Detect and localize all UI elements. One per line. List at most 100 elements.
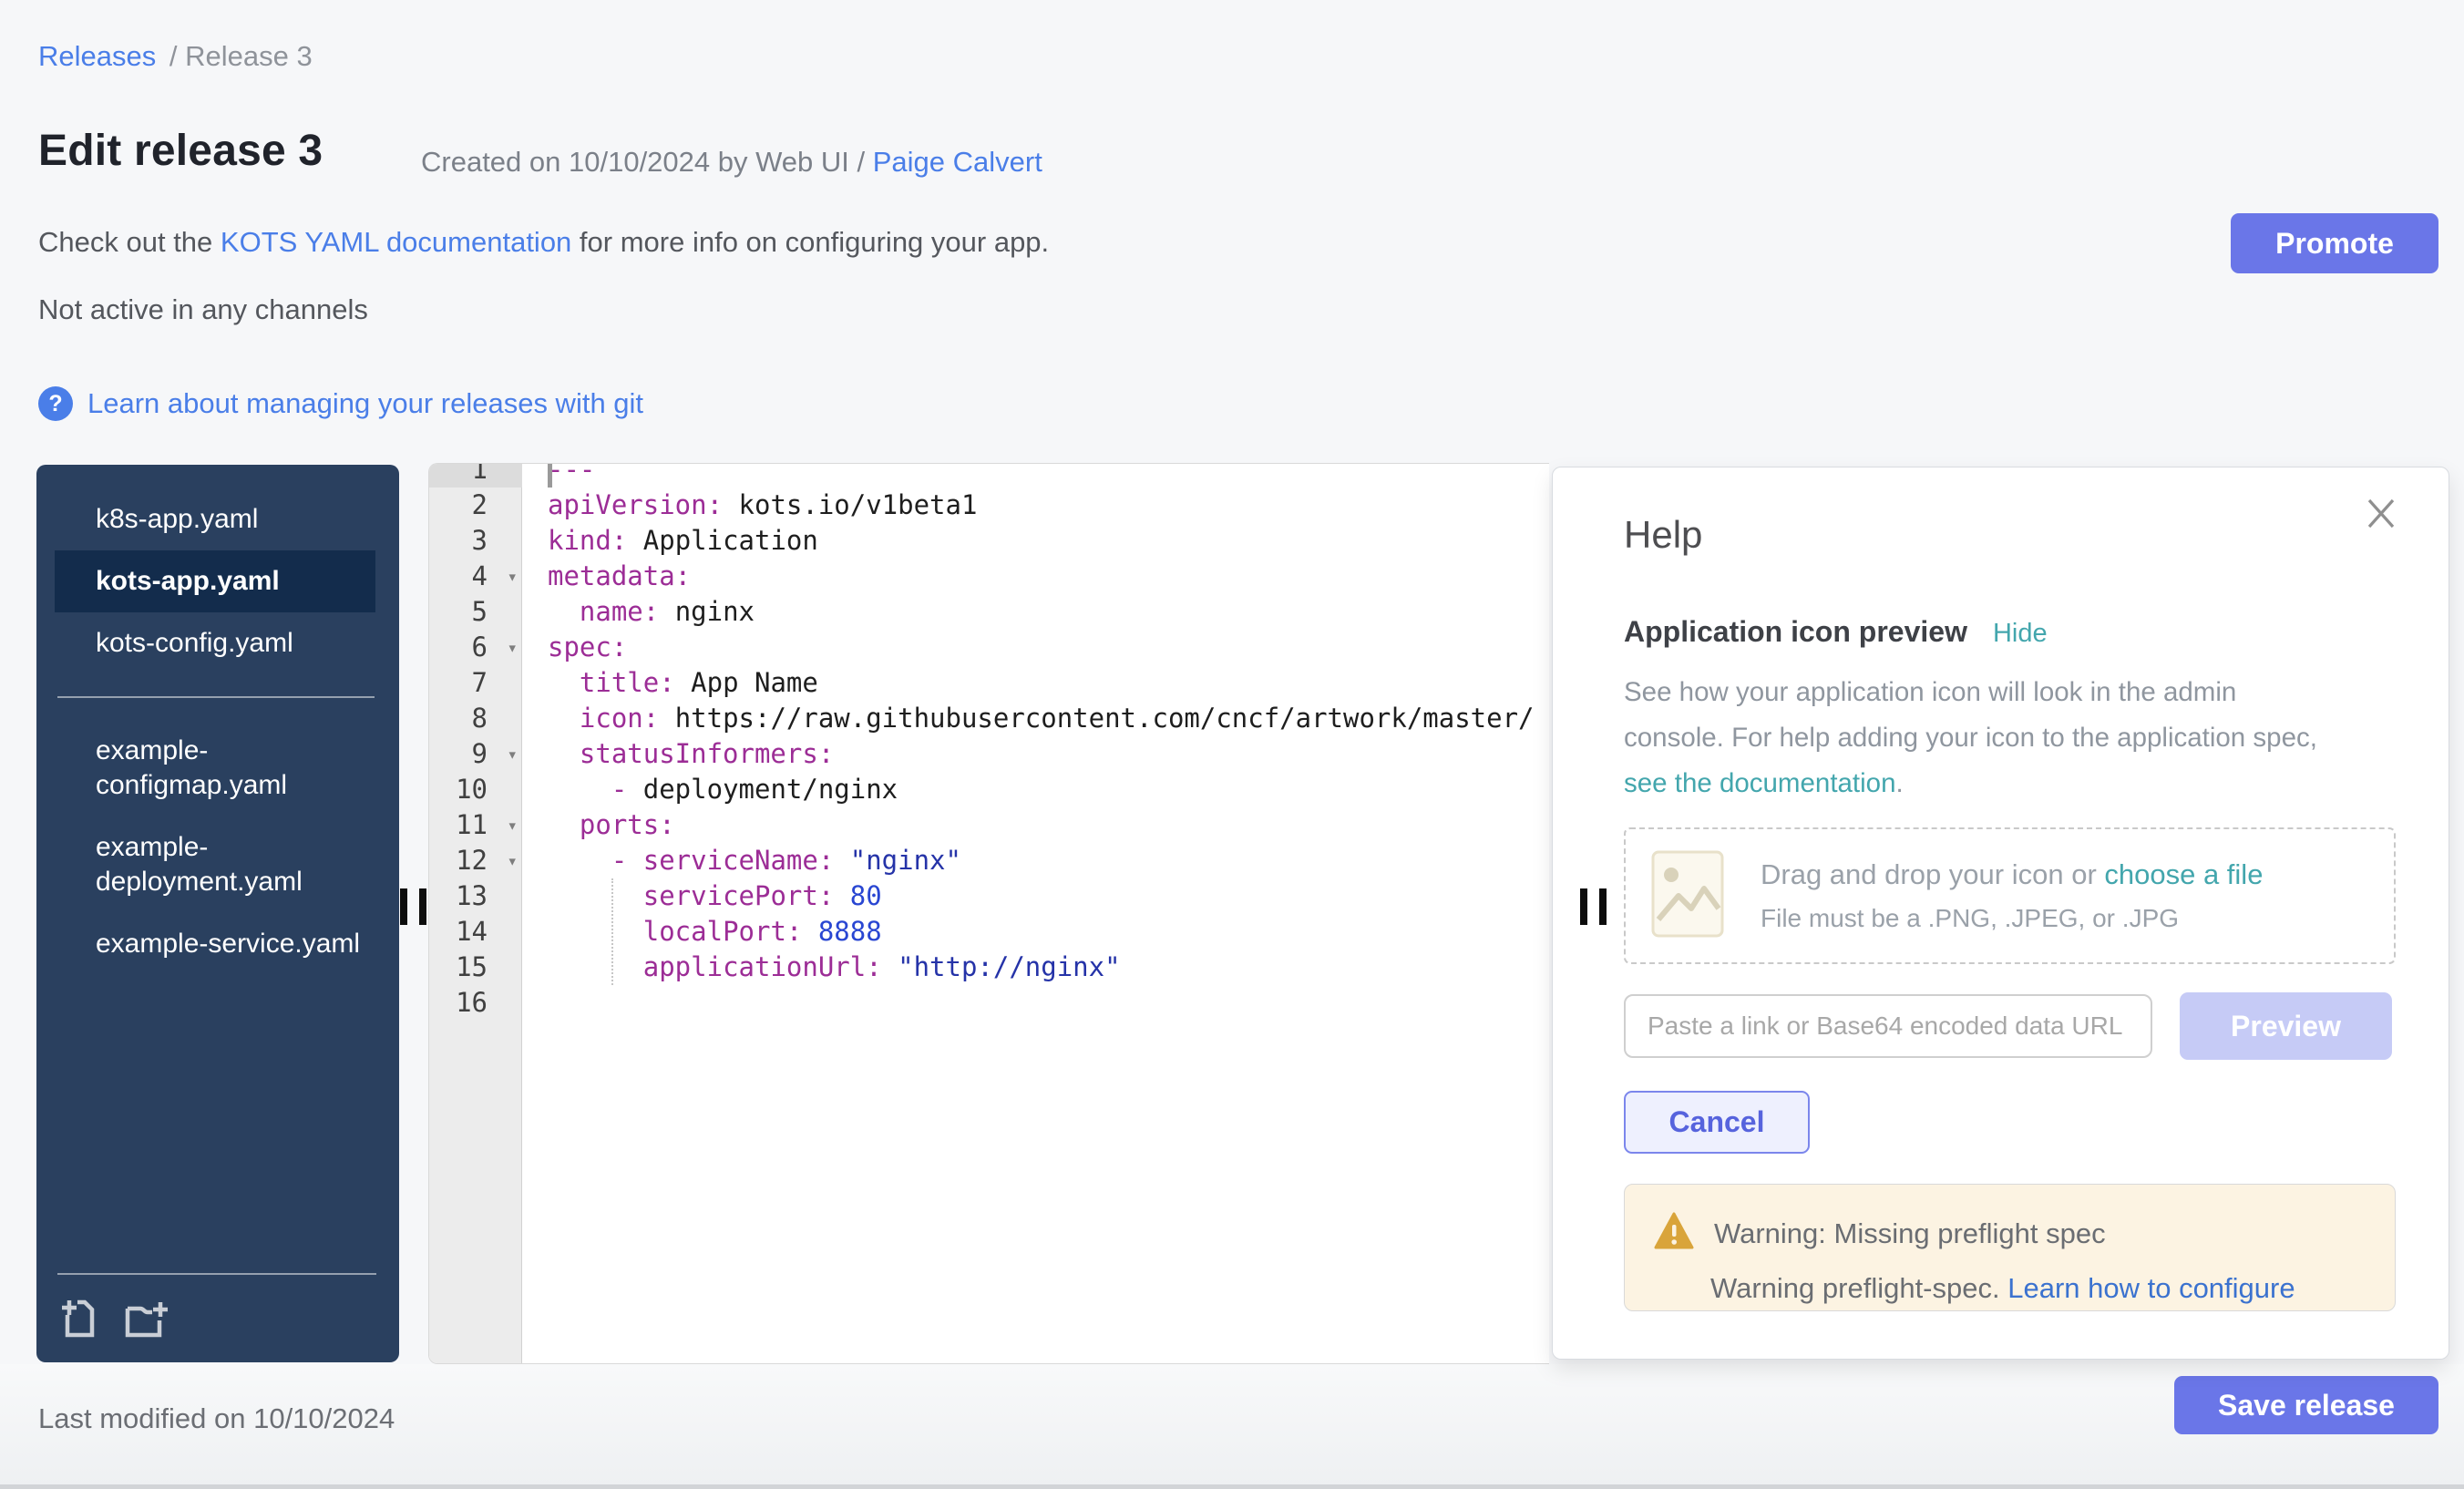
file-item-label: example-deployment.yaml <box>96 830 369 899</box>
code-line-content: kind: Application <box>522 523 1549 559</box>
text-segment: See how your application icon will look … <box>1624 677 2317 753</box>
close-icon[interactable] <box>2365 497 2397 534</box>
code-line-content: name: nginx <box>522 594 1549 630</box>
code-token: kots.io/v1beta1 <box>723 489 977 520</box>
fold-arrow-icon[interactable]: ▾ <box>508 737 518 773</box>
fold-arrow-icon[interactable]: ▾ <box>508 844 518 879</box>
code-token <box>548 596 580 627</box>
icon-dropzone[interactable]: Drag and drop your icon or choose a file… <box>1624 827 2396 964</box>
author-link[interactable]: Paige Calvert <box>873 146 1042 178</box>
file-item-example-configmap.yaml[interactable]: example-configmap.yaml <box>55 720 375 816</box>
sidebar-resize-handle[interactable] <box>400 888 426 925</box>
fold-arrow-icon[interactable]: ▾ <box>508 808 518 844</box>
save-release-button[interactable]: Save release <box>2174 1376 2438 1434</box>
code-token: - <box>611 774 643 805</box>
fold-arrow-icon[interactable]: ▾ <box>508 560 518 595</box>
file-list-divider <box>57 696 375 698</box>
icon-url-input[interactable] <box>1624 994 2152 1058</box>
warning-title: Warning: Missing preflight spec <box>1714 1217 2106 1250</box>
breadcrumb: Releases / Release 3 <box>38 40 313 73</box>
new-folder-icon[interactable] <box>123 1297 170 1340</box>
git-releases-link[interactable]: Learn about managing your releases with … <box>87 387 643 420</box>
code-line-12: 12▾ - serviceName: "nginx" <box>429 843 1549 878</box>
line-number: 11▾ <box>429 807 522 843</box>
code-line-content: servicePort: 80 <box>522 878 1549 914</box>
code-token: icon: <box>580 703 659 734</box>
code-line-6: 6▾spec: <box>429 630 1549 665</box>
text-segment: for more info on configuring your app. <box>571 226 1049 258</box>
code-line-2: 2apiVersion: kots.io/v1beta1 <box>429 488 1549 523</box>
warning-detail: Warning preflight-spec. Learn how to con… <box>1710 1272 2295 1305</box>
file-item-kots-config.yaml[interactable]: kots-config.yaml <box>55 612 375 674</box>
see-documentation-link[interactable]: see the documentation <box>1624 768 1896 798</box>
learn-configure-link[interactable]: Learn how to configure <box>2007 1272 2295 1304</box>
code-token: 8888 <box>802 916 881 947</box>
preview-button[interactable]: Preview <box>2180 992 2392 1060</box>
code-line-content: apiVersion: kots.io/v1beta1 <box>522 488 1549 523</box>
code-line-5: 5 name: nginx <box>429 594 1549 630</box>
code-line-content: title: App Name <box>522 665 1549 701</box>
code-token <box>548 845 611 876</box>
code-token: spec: <box>548 632 627 662</box>
line-number: 13 <box>429 878 522 914</box>
code-token <box>548 951 643 982</box>
choose-file-link[interactable]: choose a file <box>2104 858 2263 890</box>
preflight-warning: Warning: Missing preflight spec Warning … <box>1624 1184 2396 1311</box>
kots-yaml-docs-link[interactable]: KOTS YAML documentation <box>221 226 571 258</box>
breadcrumb-releases-link[interactable]: Releases <box>38 40 156 72</box>
code-line-15: 15 applicationUrl: "http://nginx" <box>429 950 1549 985</box>
text-segment: . <box>1896 768 1904 798</box>
file-item-kots-app.yaml[interactable]: kots-app.yaml <box>55 550 375 612</box>
image-placeholder-icon <box>1651 850 1724 942</box>
icon-preview-description: See how your application icon will look … <box>1624 670 2325 806</box>
code-token: name: <box>580 596 659 627</box>
file-item-label: example-configmap.yaml <box>96 734 369 803</box>
code-token: kind: <box>548 525 627 556</box>
file-item-label: kots-config.yaml <box>96 626 293 661</box>
code-line-content: - serviceName: "nginx" <box>522 843 1549 878</box>
line-number: 16 <box>429 985 522 1021</box>
line-number: 14 <box>429 914 522 950</box>
code-token <box>548 667 580 698</box>
help-panel: Help Application icon preview Hide See h… <box>1552 467 2449 1360</box>
code-line-content: ports: <box>522 807 1549 843</box>
code-token: title: <box>580 667 675 698</box>
icon-preview-title: Application icon preview <box>1624 615 1967 649</box>
line-number: 10 <box>429 772 522 807</box>
code-token: nginx <box>659 596 755 627</box>
hide-link[interactable]: Hide <box>1993 619 2048 649</box>
code-line-14: 14 localPort: 8888 <box>429 914 1549 950</box>
file-item-example-service.yaml[interactable]: example-service.yaml <box>55 913 375 975</box>
code-line-4: 4▾metadata: <box>429 559 1549 594</box>
code-token <box>548 809 580 840</box>
fold-arrow-icon[interactable]: ▾ <box>508 631 518 666</box>
docs-info-line: Check out the KOTS YAML documentation fo… <box>38 226 1049 259</box>
file-item-k8s-app.yaml[interactable]: k8s-app.yaml <box>55 488 375 550</box>
line-number: 8 <box>429 701 522 736</box>
help-panel-resize-handle[interactable] <box>1580 888 1607 925</box>
text-segment: Drag and drop your icon or <box>1761 858 2104 890</box>
code-line-13: 13 servicePort: 80 <box>429 878 1549 914</box>
footer-bar: Last modified on 10/10/2024 Save release <box>0 1364 2464 1489</box>
line-number: 3 <box>429 523 522 559</box>
code-token: apiVersion: <box>548 489 723 520</box>
cancel-button[interactable]: Cancel <box>1624 1091 1810 1154</box>
code-line-content: --- <box>522 463 1549 488</box>
code-line-10: 10 - deployment/nginx <box>429 772 1549 807</box>
line-number: 7 <box>429 665 522 701</box>
file-item-example-deployment.yaml[interactable]: example-deployment.yaml <box>55 816 375 913</box>
code-line-content <box>522 985 1549 1021</box>
code-token: https://raw.githubusercontent.com/cncf/a… <box>659 703 1534 734</box>
code-token <box>548 774 611 805</box>
code-line-9: 9▾ statusInformers: <box>429 736 1549 772</box>
code-line-content: spec: <box>522 630 1549 665</box>
sidebar-tools <box>57 1273 376 1340</box>
file-list: k8s-app.yamlkots-app.yaml kots-config.yam… <box>36 465 399 975</box>
dropzone-line1: Drag and drop your icon or choose a file <box>1761 858 2263 891</box>
text-segment: Warning preflight-spec. <box>1710 1272 2007 1304</box>
promote-button[interactable]: Promote <box>2231 213 2438 273</box>
new-file-icon[interactable] <box>57 1297 99 1340</box>
line-number: 4▾ <box>429 559 522 594</box>
code-editor[interactable]: 1---2apiVersion: kots.io/v1beta13kind: A… <box>428 463 1549 1364</box>
line-number: 15 <box>429 950 522 985</box>
